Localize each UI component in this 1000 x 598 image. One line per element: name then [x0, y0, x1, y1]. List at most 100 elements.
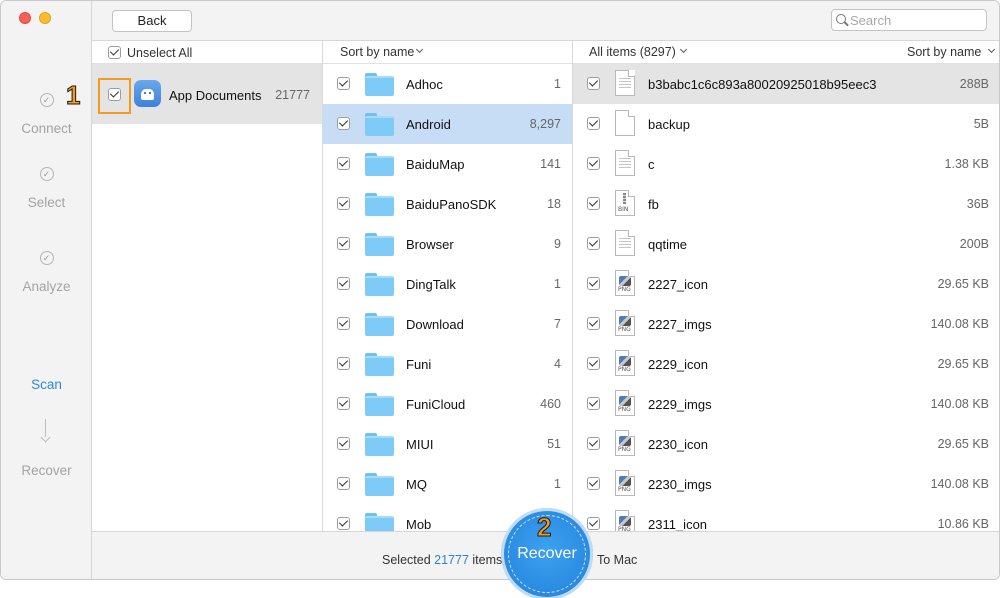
folder-checkbox[interactable]	[337, 77, 350, 90]
folder-name: Funi	[406, 357, 432, 372]
file-checkbox[interactable]	[587, 517, 600, 530]
check-circle-icon: ✓	[39, 251, 54, 265]
folder-count: 18	[547, 197, 561, 211]
folder-name: Download	[406, 317, 464, 332]
folder-checkbox[interactable]	[337, 237, 350, 250]
file-row[interactable]: PNG 2227_icon 29.65 KB	[573, 264, 999, 304]
blank-file-icon	[615, 110, 635, 136]
unselect-all-label[interactable]: Unselect All	[127, 46, 192, 60]
folder-checkbox[interactable]	[337, 357, 350, 370]
folder-row[interactable]: BaiduMap 141	[323, 144, 572, 184]
folder-icon	[365, 193, 394, 216]
file-checkbox[interactable]	[587, 77, 600, 90]
png-file-icon: PNG	[615, 510, 635, 531]
category-count: 21777	[275, 88, 310, 102]
file-row[interactable]: PNG 2229_icon 29.65 KB	[573, 344, 999, 384]
png-file-icon: PNG	[615, 270, 635, 296]
folder-checkbox[interactable]	[337, 317, 350, 330]
file-row[interactable]: qqtime 200B	[573, 224, 999, 264]
folder-row[interactable]: Browser 9	[323, 224, 572, 264]
search-box[interactable]	[831, 9, 987, 31]
close-window-button[interactable]	[19, 12, 31, 24]
folder-sort-header[interactable]: Sort by name	[323, 41, 572, 64]
file-row[interactable]: backup 5B	[573, 104, 999, 144]
file-name: 2229_icon	[648, 357, 708, 372]
unselect-all-header: Unselect All	[92, 41, 322, 64]
folder-checkbox[interactable]	[337, 477, 350, 490]
minimize-window-button[interactable]	[39, 12, 51, 24]
folder-icon	[365, 73, 394, 96]
file-row[interactable]: PNG 2230_icon 29.65 KB	[573, 424, 999, 464]
file-pane: All items (8297) Sort by name b3babc1c6c…	[573, 41, 999, 531]
folder-icon	[365, 273, 394, 296]
folder-row[interactable]: MIUI 51	[323, 424, 572, 464]
file-name: backup	[648, 117, 690, 132]
step-analyze: ✓ Analyze	[1, 251, 92, 294]
file-row[interactable]: PNG 2311_icon 10.86 KB	[573, 504, 999, 531]
folder-icon	[365, 153, 394, 176]
file-checkbox[interactable]	[587, 317, 600, 330]
all-items-label[interactable]: All items (8297)	[589, 45, 676, 59]
folder-checkbox[interactable]	[337, 397, 350, 410]
selected-summary: Selected 21777 items	[382, 553, 502, 567]
text-file-icon	[615, 70, 635, 96]
file-size: 10.86 KB	[937, 517, 989, 531]
file-size: 29.65 KB	[937, 277, 989, 291]
highlight-box	[98, 78, 131, 114]
category-pane: Unselect All App Documents 21777	[92, 41, 323, 531]
folder-count: 7	[554, 317, 561, 331]
file-row[interactable]: PNG 2227_imgs 140.08 KB	[573, 304, 999, 344]
file-checkbox[interactable]	[587, 237, 600, 250]
folder-row[interactable]: Funi 4	[323, 344, 572, 384]
file-row[interactable]: PNG 2230_imgs 140.08 KB	[573, 464, 999, 504]
folder-icon	[365, 433, 394, 456]
file-row[interactable]: PNG 2229_imgs 140.08 KB	[573, 384, 999, 424]
folder-checkbox[interactable]	[337, 517, 350, 530]
file-checkbox[interactable]	[587, 117, 600, 130]
back-button[interactable]: Back	[112, 10, 192, 32]
chevron-down-icon	[679, 45, 688, 54]
step-scan: Scan	[1, 377, 92, 392]
file-row[interactable]: b3babc1c6c893a80020925018b95eec3 288B	[573, 64, 999, 104]
file-checkbox[interactable]	[587, 157, 600, 170]
file-checkbox[interactable]	[587, 477, 600, 490]
step-connect-label: Connect	[21, 121, 72, 136]
file-checkbox[interactable]	[587, 277, 600, 290]
file-size: 140.08 KB	[930, 477, 989, 491]
sort-by-name-label[interactable]: Sort by name	[340, 45, 414, 59]
folder-checkbox[interactable]	[337, 277, 350, 290]
folder-row[interactable]: Android 8,297	[323, 104, 572, 144]
file-size: 36B	[966, 197, 989, 211]
file-name: 2227_imgs	[648, 317, 712, 332]
text-file-icon	[615, 150, 635, 176]
folder-checkbox[interactable]	[337, 437, 350, 450]
chevron-down-icon	[987, 45, 996, 54]
folder-row[interactable]: BaiduPanoSDK 18	[323, 184, 572, 224]
folder-row[interactable]: Adhoc 1	[323, 64, 572, 104]
search-input[interactable]	[850, 12, 982, 28]
file-checkbox[interactable]	[587, 357, 600, 370]
folder-pane: Sort by name Adhoc 1 Android 8,297 BaiduMap 1…	[323, 41, 573, 531]
file-checkbox[interactable]	[587, 197, 600, 210]
folder-row[interactable]: MQ 1	[323, 464, 572, 504]
file-sort-label[interactable]: Sort by name	[907, 45, 981, 59]
folder-row[interactable]: FuniCloud 460	[323, 384, 572, 424]
chevron-down-icon	[415, 45, 424, 54]
file-row[interactable]: BIN fb 36B	[573, 184, 999, 224]
folder-name: DingTalk	[406, 277, 456, 292]
file-checkbox[interactable]	[587, 397, 600, 410]
file-size: 140.08 KB	[930, 397, 989, 411]
folder-icon	[365, 233, 394, 256]
file-checkbox[interactable]	[587, 437, 600, 450]
app-documents-icon	[134, 80, 161, 107]
file-name: 2227_icon	[648, 277, 708, 292]
folder-checkbox[interactable]	[337, 117, 350, 130]
folder-checkbox[interactable]	[337, 157, 350, 170]
file-name: qqtime	[648, 237, 688, 252]
folder-row[interactable]: Download 7	[323, 304, 572, 344]
file-row[interactable]: c 1.38 KB	[573, 144, 999, 184]
step-select-label: Select	[27, 195, 66, 210]
folder-checkbox[interactable]	[337, 197, 350, 210]
folder-row[interactable]: DingTalk 1	[323, 264, 572, 304]
unselect-all-checkbox[interactable]	[108, 46, 121, 59]
